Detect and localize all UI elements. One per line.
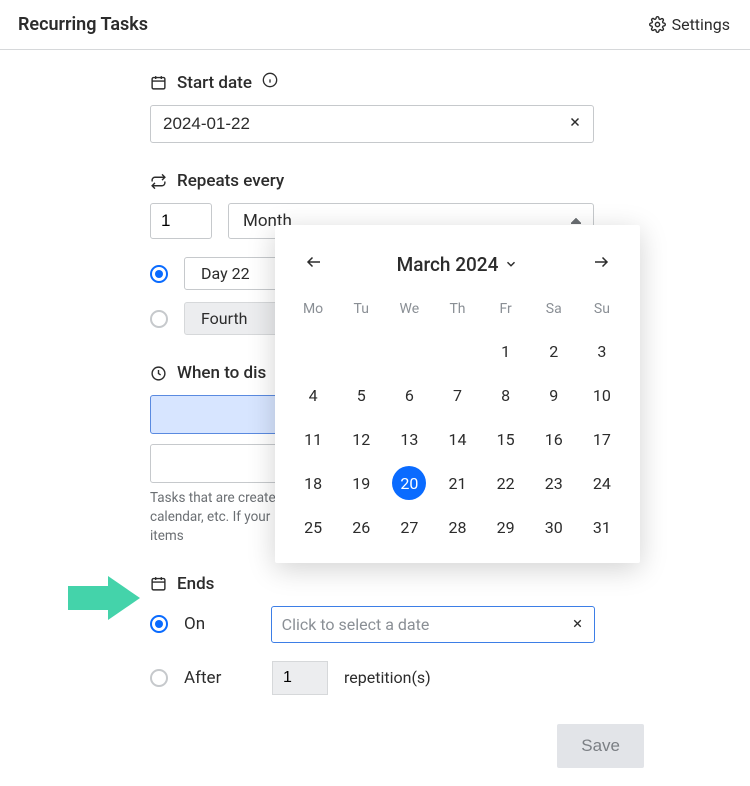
repeats-label: Repeats every [177,171,284,191]
datepicker-dow: Mo [289,295,337,329]
datepicker-day[interactable]: 23 [530,461,578,505]
repeats-label-row: Repeats every [150,171,595,191]
calendar-end-icon [150,575,167,592]
datepicker-day[interactable]: 12 [337,417,385,461]
datepicker-popover: March 2024 MoTuWeThFrSaSu 12345678910111… [275,225,640,563]
datepicker-day[interactable]: 5 [337,373,385,417]
datepicker-day[interactable]: 8 [482,373,530,417]
datepicker-day[interactable]: 15 [482,417,530,461]
datepicker-day[interactable]: 30 [530,505,578,549]
datepicker-day[interactable]: 18 [289,461,337,505]
datepicker-day-blank [385,329,433,373]
datepicker-dow: Th [433,295,481,329]
info-icon[interactable] [262,72,278,93]
gear-icon [649,16,666,33]
ends-on-label: On [184,614,255,634]
datepicker-month-label: March 2024 [397,253,499,276]
save-button[interactable]: Save [557,724,644,768]
start-date-label-row: Start date [150,72,595,93]
datepicker-day[interactable]: 14 [433,417,481,461]
datepicker-day[interactable]: 9 [530,373,578,417]
datepicker-day[interactable]: 25 [289,505,337,549]
datepicker-day[interactable]: 31 [578,505,626,549]
calendar-icon [150,74,167,91]
repeat-icon [150,173,167,190]
start-date-input[interactable] [150,105,594,143]
page-header: Recurring Tasks Settings [0,0,750,50]
datepicker-day-blank [433,329,481,373]
ends-after-unit: repetition(s) [344,668,431,687]
clear-start-date-button[interactable] [566,112,584,136]
datepicker-day[interactable]: 19 [337,461,385,505]
datepicker-dow: Fr [482,295,530,329]
datepicker-day[interactable]: 11 [289,417,337,461]
datepicker-day[interactable]: 29 [482,505,530,549]
datepicker-day[interactable]: 13 [385,417,433,461]
datepicker-day[interactable]: 27 [385,505,433,549]
datepicker-day[interactable]: 3 [578,329,626,373]
ends-on-radio[interactable] [150,615,168,633]
repeat-option-fourth-button[interactable]: Fourth [184,302,284,335]
ends-label: Ends [177,574,214,594]
datepicker-day[interactable]: 20 [385,461,433,505]
datepicker-month-button[interactable]: March 2024 [397,253,519,276]
ends-on-date-input[interactable]: Click to select a date [271,606,595,643]
datepicker-day-blank [289,329,337,373]
close-icon [568,115,582,129]
datepicker-dow: We [385,295,433,329]
datepicker-day[interactable]: 10 [578,373,626,417]
ends-after-count-input[interactable] [272,661,328,695]
datepicker-day[interactable]: 22 [482,461,530,505]
datepicker-day[interactable]: 2 [530,329,578,373]
ends-after-radio[interactable] [150,669,168,687]
datepicker-prev-button[interactable] [299,249,329,279]
datepicker-day[interactable]: 7 [433,373,481,417]
settings-label: Settings [672,15,730,34]
clear-end-date-button[interactable] [571,615,584,634]
close-icon [571,617,584,630]
datepicker-day[interactable]: 21 [433,461,481,505]
datepicker-day[interactable]: 4 [289,373,337,417]
datepicker-day[interactable]: 6 [385,373,433,417]
datepicker-next-button[interactable] [586,249,616,279]
datepicker-day[interactable]: 26 [337,505,385,549]
clock-icon [150,365,167,382]
ends-on-placeholder: Click to select a date [282,615,571,634]
arrow-right-icon [590,253,612,271]
start-date-label: Start date [177,73,252,93]
settings-button[interactable]: Settings [649,15,730,34]
ends-label-row: Ends [150,574,595,594]
page-title: Recurring Tasks [18,14,148,35]
datepicker-dow: Su [578,295,626,329]
datepicker-day[interactable]: 28 [433,505,481,549]
datepicker-day[interactable]: 24 [578,461,626,505]
arrow-left-icon [303,253,325,271]
repeat-option-day-button[interactable]: Day 22 [184,257,284,290]
repeat-option-day-radio[interactable] [150,265,168,283]
repeat-option-fourth-radio[interactable] [150,310,168,328]
datepicker-day[interactable]: 16 [530,417,578,461]
datepicker-dow: Sa [530,295,578,329]
datepicker-dow: Tu [337,295,385,329]
datepicker-day[interactable]: 17 [578,417,626,461]
chevron-down-icon [504,257,518,271]
display-label: When to dis [177,363,266,383]
ends-after-label: After [184,668,256,688]
annotation-arrow [68,576,140,624]
repeat-interval-input[interactable] [150,203,212,239]
datepicker-day[interactable]: 1 [482,329,530,373]
datepicker-day-blank [337,329,385,373]
